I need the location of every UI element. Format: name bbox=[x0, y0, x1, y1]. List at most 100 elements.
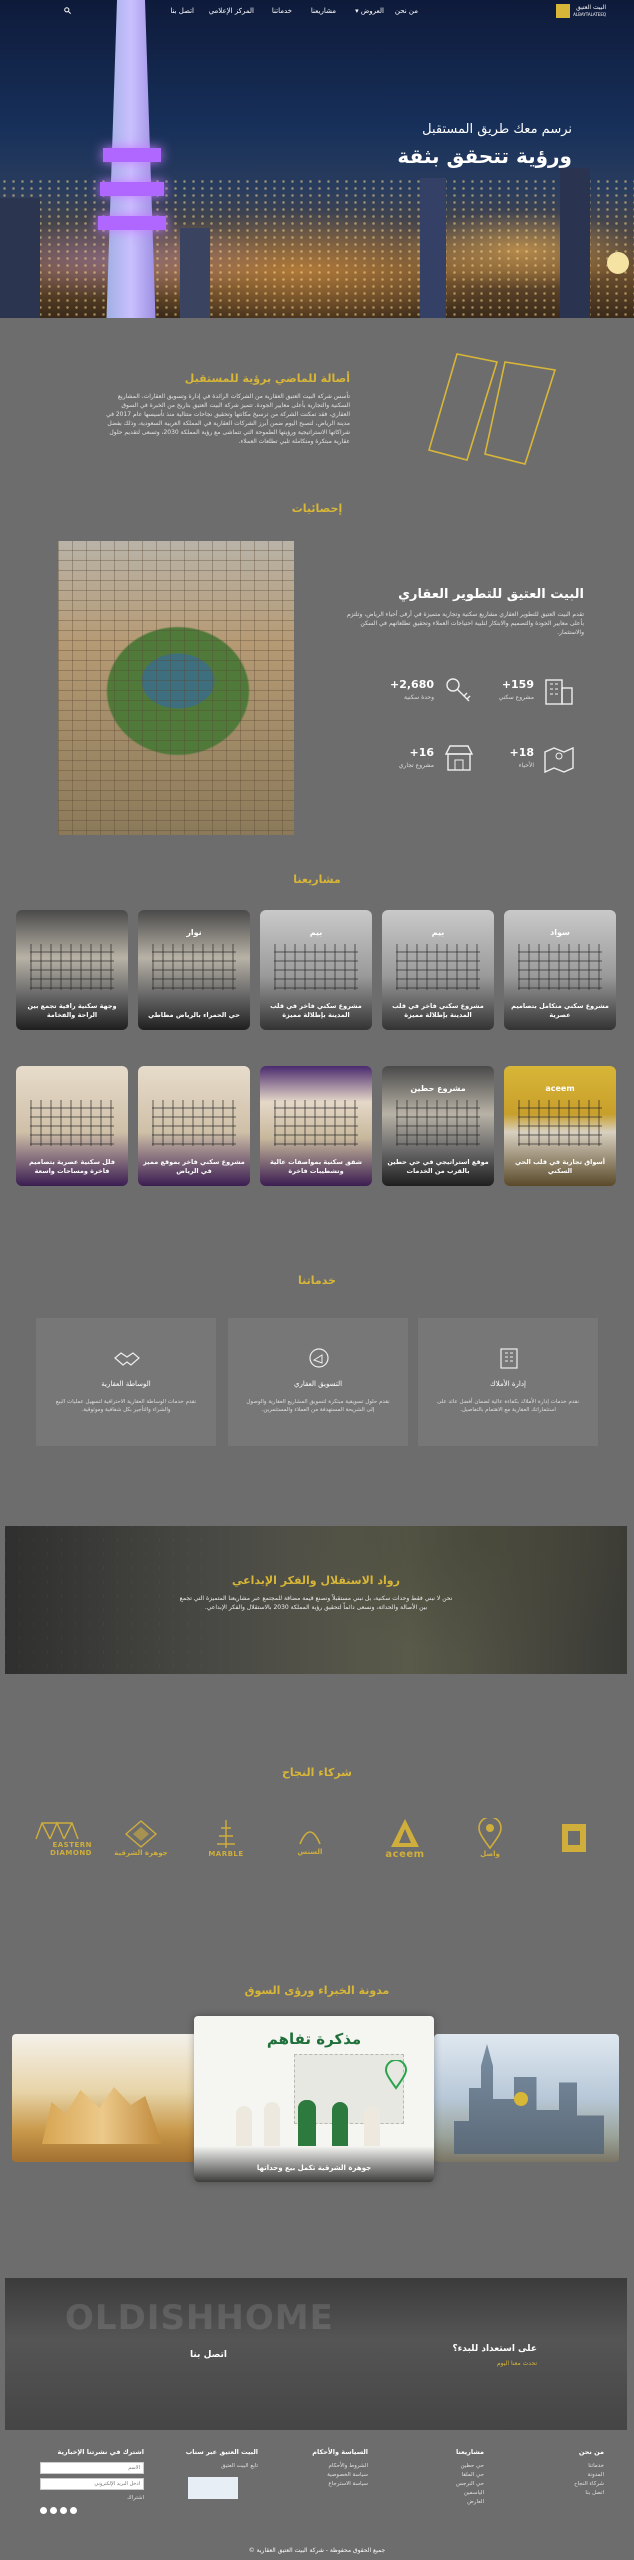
about-title: أصالة للماضي برؤية للمستقبل bbox=[184, 372, 350, 385]
footer-link[interactable]: حي الملقا bbox=[456, 2471, 484, 2480]
twitter-icon[interactable] bbox=[70, 2507, 77, 2514]
footer-col-policies: السياسة والأحكام الشروط والأحكام سياسة ا… bbox=[312, 2448, 368, 2489]
stat-districts: 18+ الأحياء bbox=[486, 740, 576, 780]
project-caption: مشروع سكني فاخر بموقع مميز في الرياض bbox=[143, 1158, 245, 1175]
project-card[interactable]: مشروع حطين موقع استراتيجي في حي حطين بالق… bbox=[382, 1066, 494, 1186]
vision-banner: رواد الاستقلال والفكر الإبداعي نحن لا نب… bbox=[5, 1526, 627, 1674]
footer-heading: السياسة والأحكام bbox=[312, 2448, 368, 2456]
logo[interactable]: البيت العتيق ALBAYTALATEEQ bbox=[552, 2, 606, 20]
copyright: جميع الحقوق محفوظة - شركة البيت العتيق ا… bbox=[248, 2547, 386, 2554]
footer-link[interactable]: حي النرجس bbox=[456, 2480, 484, 2489]
partner-logo: EASTERN DIAMOND bbox=[22, 1808, 92, 1868]
newsletter-email-input[interactable] bbox=[40, 2478, 144, 2490]
tower-logo-icon bbox=[217, 1820, 235, 1848]
project-brand: بيم bbox=[431, 928, 445, 937]
project-card[interactable]: وجهة سكنية راقية تجمع بين الراحة والفخام… bbox=[16, 910, 128, 1030]
project-card[interactable]: مشروع سكني فاخر بموقع مميز في الرياض bbox=[138, 1066, 250, 1186]
project-caption: حي الحمراء بالرياض مطاطي bbox=[148, 1011, 240, 1019]
project-caption: أسواق تجارية في قلب الحي السكني bbox=[514, 1158, 606, 1175]
project-card[interactable]: بيم مشروع سكني فاخر في قلب المدينة بإطلال… bbox=[382, 910, 494, 1030]
nav-about[interactable]: من نحن bbox=[395, 7, 418, 15]
nav-media[interactable]: المركز الإعلامي bbox=[209, 7, 254, 15]
project-caption: مشروع سكني فاخر في قلب المدينة بإطلالة م… bbox=[392, 1002, 484, 1019]
building bbox=[420, 178, 446, 318]
cta-title: على استعداد للبدء؟ bbox=[452, 2344, 537, 2354]
square-logo-icon bbox=[562, 1824, 586, 1852]
tower-light bbox=[100, 182, 164, 196]
snapchat-icon[interactable] bbox=[50, 2507, 57, 2514]
skyline-photo bbox=[454, 2044, 604, 2154]
partner-logo: السنس bbox=[280, 1808, 340, 1868]
blog-card[interactable] bbox=[434, 2034, 619, 2162]
partners-title: شركاء النجاح bbox=[281, 1766, 353, 1779]
project-caption: وجهة سكنية راقية تجمع بين الراحة والفخام… bbox=[27, 1002, 117, 1019]
footer-link[interactable]: المدونة bbox=[574, 2471, 604, 2480]
social-icons bbox=[40, 2507, 144, 2514]
chat-widget-icon[interactable] bbox=[607, 252, 629, 274]
project-card[interactable]: نوار حي الحمراء بالرياض مطاطي bbox=[138, 910, 250, 1030]
project-card[interactable]: بيم مشروع سكني فاخر في قلب المدينة بإطلال… bbox=[260, 910, 372, 1030]
footer-link[interactable]: الياسمين bbox=[456, 2489, 484, 2498]
partner-name: EASTERN DIAMOND bbox=[50, 1841, 92, 1857]
subscribe-button[interactable]: اشتراك bbox=[40, 2494, 144, 2503]
logo-mark-icon bbox=[556, 4, 571, 18]
project-card[interactable]: سواد مشروع سكني متكامل بتصاميم عصرية bbox=[504, 910, 616, 1030]
project-card[interactable]: شقق سكنية بمواصفات عالية وتشطيبات فاخرة bbox=[260, 1066, 372, 1186]
project-caption: مشروع سكني فاخر في قلب المدينة بإطلالة م… bbox=[270, 1002, 362, 1019]
partner-name: MARBLE bbox=[208, 1850, 244, 1858]
nav-contact[interactable]: اتصل بنا bbox=[170, 7, 194, 15]
newsletter-name-input[interactable] bbox=[40, 2462, 144, 2474]
blog-card[interactable] bbox=[12, 2034, 197, 2162]
footer-heading: البيت العتيق عبر سناب bbox=[185, 2448, 258, 2456]
search-icon[interactable] bbox=[64, 7, 71, 16]
partner-logo bbox=[546, 1808, 602, 1868]
footer-col-newsletter: اشترك في نشرتنا الإخبارية اشتراك bbox=[40, 2448, 144, 2514]
blog-card-featured[interactable]: مذكرة تفاهم جوهرة الشرقية تكمل بيع وحدات… bbox=[194, 2016, 434, 2182]
footer-link[interactable]: تابع البيت العتيق bbox=[186, 2462, 258, 2471]
project-card[interactable]: فلل سكنية عصرية بتصاميم فاخرة ومساحات وا… bbox=[16, 1066, 128, 1186]
prev-arrow-icon[interactable] bbox=[514, 2092, 528, 2106]
nav-projects[interactable]: مشاريعنا bbox=[311, 7, 336, 15]
contact-us-button[interactable]: اتصل بنا bbox=[190, 2350, 227, 2360]
footer-col-projects: مشاريعنا حي حطين حي الملقا حي النرجس الي… bbox=[456, 2448, 484, 2507]
services-title: خدماتنا bbox=[298, 1274, 336, 1287]
megaphone-icon bbox=[309, 1348, 329, 1368]
service-card-property-management[interactable]: إدارة الأملاك نقدم خدمات إدارة الأملاك ب… bbox=[418, 1318, 598, 1446]
cta-watermark: OLDISHHOME bbox=[65, 2298, 334, 2338]
map-pin-icon bbox=[544, 746, 574, 774]
footer-link[interactable]: شركاء النجاح bbox=[574, 2480, 604, 2489]
building bbox=[0, 198, 40, 318]
snapcode-badge-icon[interactable] bbox=[188, 2477, 238, 2499]
footer-link[interactable]: سياسة الخصوصية bbox=[312, 2471, 368, 2480]
building bbox=[560, 168, 590, 318]
stat-label: مشروع سكني bbox=[498, 694, 534, 701]
footer-link[interactable]: خدماتنا bbox=[574, 2462, 604, 2471]
tower-light bbox=[103, 148, 161, 162]
handshake-icon bbox=[114, 1352, 140, 1366]
hero-section: البيت العتيق ALBAYTALATEEQ من نحن العروض … bbox=[0, 0, 634, 318]
stats-heading: البيت العتيق للتطوير العقاري bbox=[398, 587, 584, 602]
partner-logo: جوهرة الشرقية bbox=[106, 1808, 176, 1868]
nav-services[interactable]: خدماتنا bbox=[272, 7, 292, 15]
footer-heading: من نحن bbox=[578, 2448, 604, 2456]
footer-link[interactable]: العارض bbox=[456, 2498, 484, 2507]
project-brand: نوار bbox=[186, 928, 202, 937]
service-desc: نقدم خدمات إدارة الأملاك بكفاءة عالية لض… bbox=[436, 1399, 580, 1413]
service-card-brokerage[interactable]: الوساطة العقارية نقدم خدمات الوساطة العق… bbox=[36, 1318, 216, 1446]
whatsapp-icon[interactable] bbox=[40, 2507, 47, 2514]
footer-link[interactable]: حي حطين bbox=[456, 2462, 485, 2471]
instagram-icon[interactable] bbox=[60, 2507, 67, 2514]
project-brand: سواد bbox=[550, 928, 570, 937]
stat-value: 159+ bbox=[501, 678, 534, 691]
about-text: تأسس شركة البيت العتيق العقارية من الشرك… bbox=[106, 393, 350, 445]
pin-logo-icon bbox=[478, 1818, 502, 1850]
frames-graphic-icon bbox=[428, 353, 557, 465]
nav-offers[interactable]: العروض ▾ bbox=[355, 7, 384, 15]
project-card[interactable]: aceem أسواق تجارية في قلب الحي السكني bbox=[504, 1066, 616, 1186]
stat-units: 2,680+ وحدة سكنية bbox=[386, 672, 476, 712]
blog-title: مدونة الخبراء ورؤى السوق bbox=[244, 1984, 390, 1997]
footer-link[interactable]: سياسة الاسترجاع bbox=[312, 2480, 368, 2489]
footer-link[interactable]: الشروط والأحكام bbox=[312, 2462, 368, 2471]
service-card-marketing[interactable]: التسويق العقاري نقدم حلول تسويقية مبتكرة… bbox=[228, 1318, 408, 1446]
footer-link[interactable]: اتصل بنا bbox=[574, 2489, 604, 2498]
